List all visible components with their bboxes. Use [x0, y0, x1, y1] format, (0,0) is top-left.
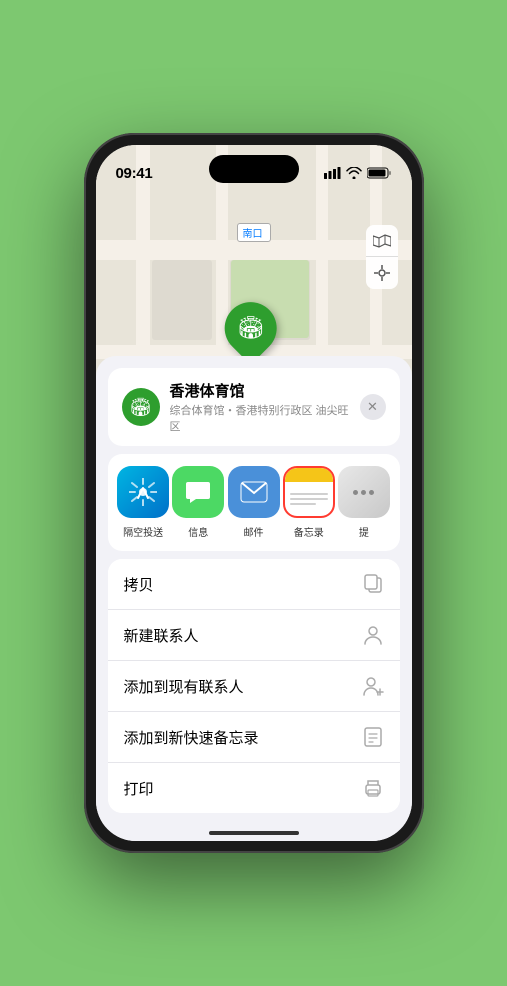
person-add-icon	[362, 675, 384, 697]
action-print[interactable]: 打印	[108, 763, 400, 813]
bottom-sheet: 🏟 香港体育馆 综合体育馆・香港特别行政区 油尖旺区 ✕	[96, 356, 412, 841]
action-add-existing[interactable]: 添加到现有联系人	[108, 661, 400, 712]
share-item-airdrop[interactable]: 隔空投送	[116, 466, 171, 539]
notes-icon	[283, 466, 335, 518]
share-item-message[interactable]: 信息	[171, 466, 226, 539]
share-item-mail[interactable]: 邮件	[226, 466, 281, 539]
action-copy[interactable]: 拷贝	[108, 559, 400, 610]
action-add-quick-note[interactable]: 添加到新快速备忘录	[108, 712, 400, 763]
message-icon	[172, 466, 224, 518]
share-label-airdrop: 隔空投送	[123, 524, 163, 539]
action-new-contact-label: 新建联系人	[124, 625, 199, 646]
location-card: 🏟 香港体育馆 综合体育馆・香港特别行政区 油尖旺区 ✕	[108, 368, 400, 446]
signal-icon	[324, 167, 341, 179]
venue-icon-glyph: 🏟	[129, 397, 152, 418]
wifi-icon	[346, 167, 362, 179]
action-new-contact[interactable]: 新建联系人	[108, 610, 400, 661]
share-label-notes: 备忘录	[294, 524, 324, 539]
copy-icon	[362, 573, 384, 595]
share-row: 隔空投送 信息	[108, 454, 400, 551]
share-label-more: 提	[359, 524, 369, 539]
map-type-button[interactable]	[366, 225, 398, 257]
person-icon	[362, 624, 384, 646]
home-indicator	[209, 831, 299, 835]
battery-icon	[367, 167, 392, 179]
dynamic-island	[209, 155, 299, 183]
action-copy-label: 拷贝	[124, 574, 154, 595]
note-icon	[362, 726, 384, 748]
share-item-notes[interactable]: 备忘录	[281, 466, 336, 539]
map-controls	[366, 225, 398, 289]
location-desc: 综合体育馆・香港特别行政区 油尖旺区	[170, 402, 350, 434]
action-add-existing-label: 添加到现有联系人	[124, 676, 244, 697]
share-label-message: 信息	[188, 524, 208, 539]
share-item-more[interactable]: 提	[336, 466, 391, 539]
map-label: 南口	[237, 223, 271, 242]
airdrop-icon	[117, 466, 169, 518]
action-print-label: 打印	[124, 778, 154, 799]
phone-frame: 09:41	[84, 133, 424, 853]
action-list: 拷贝 新建联系人 添加到现有联系人	[108, 559, 400, 813]
stadium-icon: 🏟	[237, 315, 265, 341]
action-add-quick-note-label: 添加到新快速备忘录	[124, 727, 259, 748]
phone-screen: 09:41	[96, 145, 412, 841]
mail-icon	[228, 466, 280, 518]
location-info: 香港体育馆 综合体育馆・香港特别行政区 油尖旺区	[170, 380, 350, 434]
location-name: 香港体育馆	[170, 380, 350, 401]
status-time: 09:41	[116, 165, 153, 182]
print-icon	[362, 777, 384, 799]
close-button[interactable]: ✕	[360, 394, 386, 420]
status-icons	[324, 167, 392, 179]
location-venue-icon: 🏟	[122, 388, 160, 426]
location-button[interactable]	[366, 257, 398, 289]
map-label-prefix: 南口	[243, 229, 263, 240]
more-icon	[338, 466, 390, 518]
share-label-mail: 邮件	[244, 524, 264, 539]
